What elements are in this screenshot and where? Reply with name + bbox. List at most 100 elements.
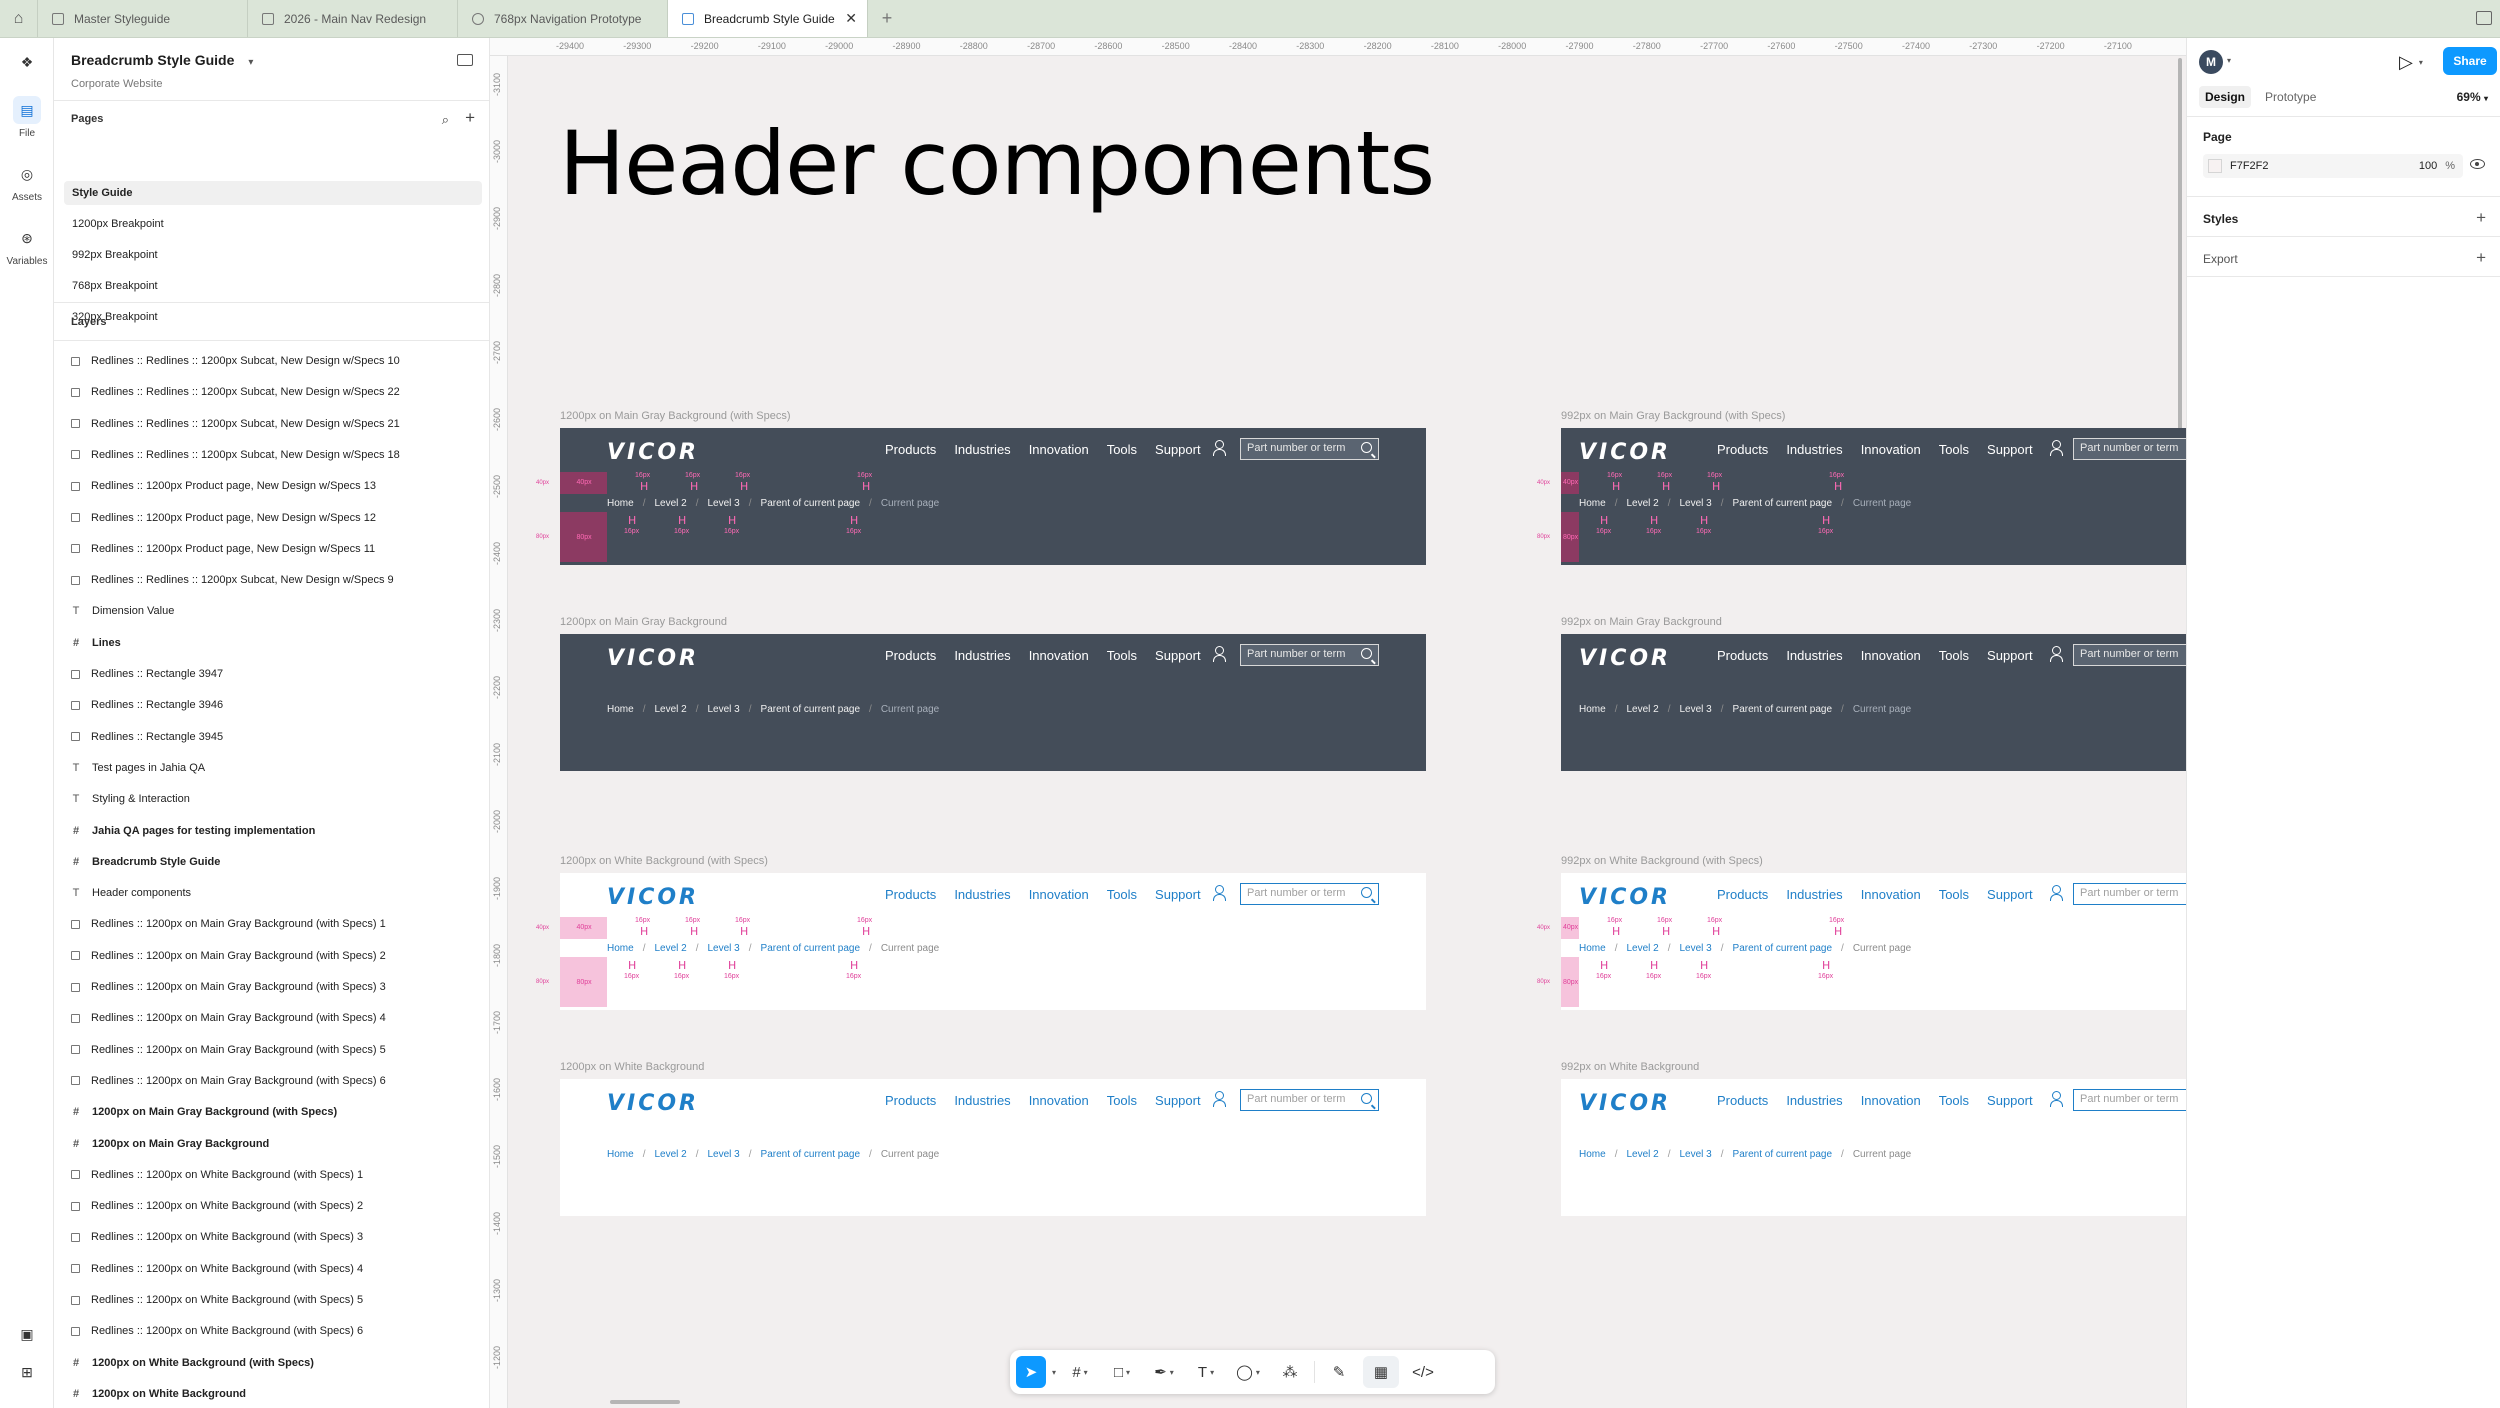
nav-link-support[interactable]: Support	[1987, 887, 2033, 902]
comment-tool-button[interactable]: ◯ ▾	[1230, 1356, 1266, 1388]
breadcrumb-link[interactable]: Home	[607, 498, 634, 509]
nav-link-tools[interactable]: Tools	[1107, 648, 1137, 663]
layer-item[interactable]: Redlines :: 1200px Product page, New Des…	[70, 474, 480, 498]
vicor-logo[interactable]: VICOR	[607, 885, 699, 910]
search-input[interactable]: Part number or term	[2073, 883, 2186, 905]
breadcrumb-link[interactable]: Home	[607, 1149, 634, 1160]
opacity-value[interactable]: 100	[2419, 160, 2437, 172]
breadcrumb-link[interactable]: Parent of current page	[761, 1149, 861, 1160]
user-icon[interactable]	[2050, 646, 2063, 662]
search-icon[interactable]: ⌕	[442, 112, 449, 128]
breadcrumb-link[interactable]: Level 3	[1680, 943, 1712, 954]
layer-item[interactable]: #1200px on White Background (with Specs)	[70, 1351, 480, 1375]
page-item[interactable]: 1200px Breakpoint	[64, 212, 482, 236]
nav-link-industries[interactable]: Industries	[1786, 887, 1842, 902]
nav-link-industries[interactable]: Industries	[1786, 648, 1842, 663]
file-title[interactable]: Breadcrumb Style Guide ▾	[71, 52, 253, 68]
layer-item[interactable]: # Lines	[70, 631, 480, 655]
ui3-toggle-button[interactable]: ▣	[0, 1320, 54, 1348]
header-frame[interactable]: VICOR Products Industries Innovation Tools Su…	[560, 634, 1426, 771]
page-item[interactable]: 768px Breakpoint	[64, 274, 482, 298]
layer-item[interactable]: Redlines :: 1200px Product page, New Des…	[70, 506, 480, 530]
color-swatch[interactable]	[2208, 159, 2222, 173]
color-hex-value[interactable]: F7F2F2	[2230, 160, 2419, 172]
nav-link-tools[interactable]: Tools	[1939, 1093, 1969, 1108]
nav-link-tools[interactable]: Tools	[1107, 887, 1137, 902]
layer-item[interactable]: T Styling & Interaction	[70, 787, 480, 811]
draw-mode-button[interactable]: ✎	[1321, 1356, 1357, 1388]
layer-item[interactable]: # Breadcrumb Style Guide	[70, 850, 480, 874]
vicor-logo[interactable]: VICOR	[607, 646, 699, 671]
chevron-down-icon[interactable]: ▾	[1052, 1368, 1056, 1377]
breadcrumb-link[interactable]: Level 2	[1626, 498, 1658, 509]
user-icon[interactable]	[1213, 885, 1226, 901]
layer-item[interactable]: Redlines :: 1200px on Main Gray Backgrou…	[70, 944, 480, 968]
layer-item[interactable]: Redlines :: 1200px on Main Gray Backgrou…	[70, 912, 480, 936]
frame-tool-button[interactable]: # ▾	[1062, 1356, 1098, 1388]
plugins-button[interactable]: ⊞	[0, 1358, 54, 1386]
nav-link-innovation[interactable]: Innovation	[1029, 887, 1089, 902]
canvas[interactable]: -29400 -29300 -29200 -29100 -29000 -28900 -288…	[490, 38, 2186, 1408]
vicor-logo[interactable]: VICOR	[607, 1091, 699, 1116]
search-input[interactable]: Part number or term	[1240, 1089, 1379, 1111]
layer-item[interactable]: Redlines :: 1200px on White Background (…	[70, 1163, 480, 1187]
layer-item[interactable]: Redlines :: Rectangle 3947	[70, 662, 480, 686]
nav-link-innovation[interactable]: Innovation	[1029, 442, 1089, 457]
frame-label[interactable]: 992px on White Background	[1561, 1061, 1699, 1073]
nav-link-innovation[interactable]: Innovation	[1861, 648, 1921, 663]
nav-link-innovation[interactable]: Innovation	[1029, 1093, 1089, 1108]
nav-link-products[interactable]: Products	[1717, 442, 1768, 457]
search-icon[interactable]	[1361, 887, 1372, 898]
breadcrumb-link[interactable]: Home	[1579, 704, 1606, 715]
search-input[interactable]: Part number or term	[1240, 438, 1379, 460]
breadcrumb-link[interactable]: Home	[1579, 943, 1606, 954]
layer-item[interactable]: #1200px on Main Gray Background (with Sp…	[70, 1100, 480, 1124]
header-frame[interactable]: VICOR Products Industries Innovation Tools Su…	[560, 873, 1426, 1010]
header-frame[interactable]: VICOR Products Industries Innovation Tools Su…	[1561, 634, 2186, 771]
breadcrumb-link[interactable]: Level 2	[654, 498, 686, 509]
user-icon[interactable]	[1213, 1091, 1226, 1107]
design-mode-button[interactable]: ▦	[1363, 1356, 1400, 1388]
horizontal-scrollbar[interactable]	[610, 1400, 680, 1404]
breadcrumb-link[interactable]: Level 3	[708, 498, 740, 509]
layer-item[interactable]: Redlines :: 1200px on White Background (…	[70, 1194, 480, 1218]
breadcrumb-link[interactable]: Level 3	[708, 704, 740, 715]
page-item[interactable]: 992px Breakpoint	[64, 243, 482, 267]
vicor-logo[interactable]: VICOR	[607, 440, 699, 465]
rail-file-button[interactable]: ▤ File	[0, 96, 54, 139]
frame-label[interactable]: 992px on Main Gray Background (with Spec…	[1561, 410, 1785, 422]
nav-link-tools[interactable]: Tools	[1107, 1093, 1137, 1108]
layer-item[interactable]: Redlines :: 1200px on Main Gray Backgrou…	[70, 975, 480, 999]
nav-link-innovation[interactable]: Innovation	[1029, 648, 1089, 663]
nav-link-products[interactable]: Products	[1717, 887, 1768, 902]
user-icon[interactable]	[2050, 440, 2063, 456]
tab-prototype[interactable]: Prototype	[2259, 86, 2322, 108]
layer-item[interactable]: Redlines :: 1200px on White Background (…	[70, 1225, 480, 1249]
search-input[interactable]: Part number or term	[1240, 883, 1379, 905]
eye-icon[interactable]	[2470, 159, 2485, 169]
tab-master-styleguide[interactable]: Master Styleguide	[38, 0, 248, 37]
nav-link-support[interactable]: Support	[1155, 887, 1201, 902]
nav-link-products[interactable]: Products	[885, 648, 936, 663]
panel-toggle-icon[interactable]	[457, 54, 473, 66]
user-icon[interactable]	[2050, 1091, 2063, 1107]
move-tool-button[interactable]: ➤	[1016, 1356, 1046, 1388]
breadcrumb-link[interactable]: Home	[607, 943, 634, 954]
layer-item[interactable]: #1200px on Main Gray Background	[70, 1132, 480, 1156]
layer-item[interactable]: T Dimension Value	[70, 599, 480, 623]
nav-link-industries[interactable]: Industries	[1786, 442, 1842, 457]
actions-button[interactable]: ⁂	[1272, 1356, 1308, 1388]
home-icon[interactable]: ⌂	[0, 0, 38, 37]
search-input[interactable]: Part number or term	[2073, 1089, 2186, 1111]
breadcrumb-link[interactable]: Parent of current page	[1733, 704, 1833, 715]
vicor-logo[interactable]: VICOR	[1579, 646, 1671, 671]
frame-label[interactable]: 992px on Main Gray Background	[1561, 616, 1722, 628]
layer-item[interactable]: Redlines :: Redlines :: 1200px Subcat, N…	[70, 412, 480, 436]
header-frame[interactable]: VICOR Products Industries Innovation Tools Su…	[560, 1079, 1426, 1216]
pen-tool-button[interactable]: ✒ ▾	[1146, 1356, 1182, 1388]
nav-link-products[interactable]: Products	[885, 1093, 936, 1108]
zoom-level[interactable]: 69% ▾	[2457, 90, 2488, 104]
nav-link-tools[interactable]: Tools	[1939, 887, 1969, 902]
search-input[interactable]: Part number or term	[1240, 644, 1379, 666]
nav-link-support[interactable]: Support	[1155, 648, 1201, 663]
